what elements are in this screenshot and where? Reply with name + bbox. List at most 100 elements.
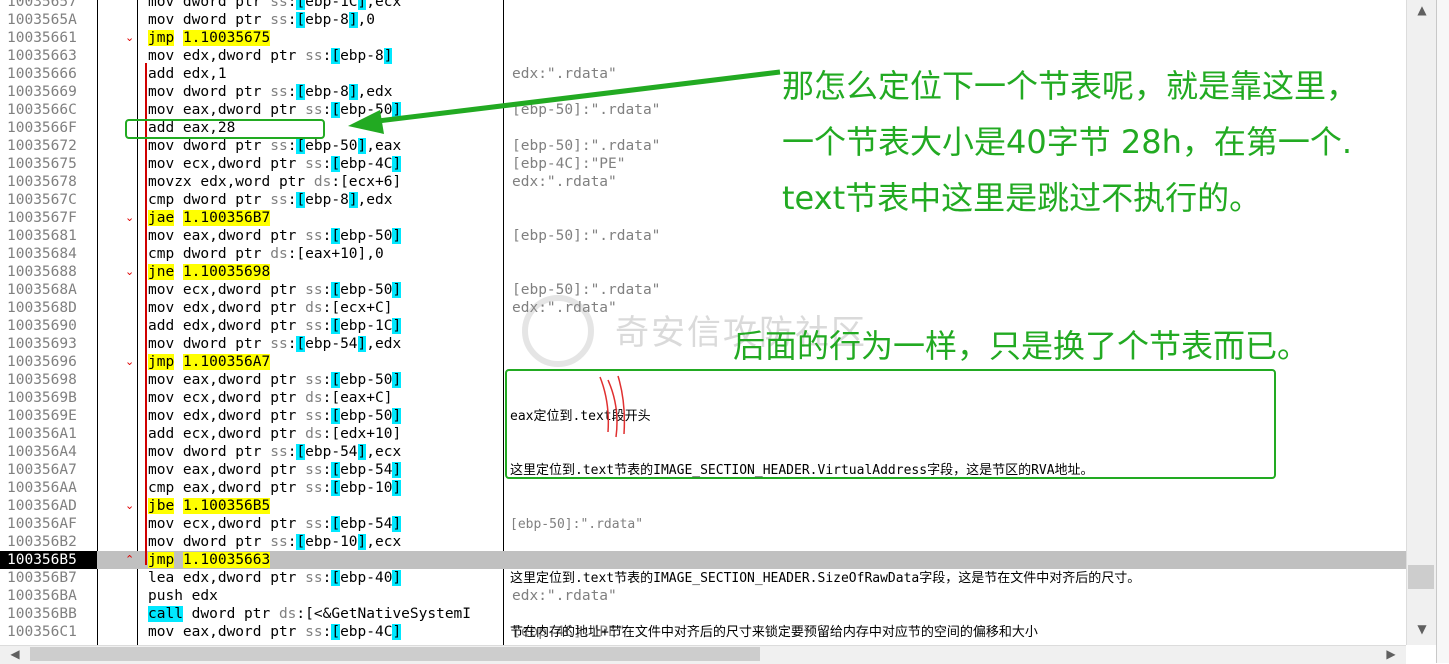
row-address: 100356BA	[7, 588, 77, 604]
disassembly-view[interactable]: 10035657 mov dword ptr ss:[ebp-1C],ecx 100…	[0, 0, 1406, 645]
row-instruction: mov eax,dword ptr ss:[ebp-4C]	[148, 624, 402, 640]
scroll-right-icon[interactable]: ▶	[1376, 647, 1406, 661]
scroll-left-icon[interactable]: ◀	[0, 647, 30, 661]
disasm-row[interactable]: 10035681 mov eax,dword ptr ss:[ebp-50] [eb…	[0, 227, 1406, 245]
row-address: 10035681	[7, 228, 77, 244]
row-instruction: jbe 1.100356B5	[148, 498, 271, 514]
row-instruction: mov edx,dword ptr ss:[ebp-50]	[148, 408, 402, 424]
row-address: 10035690	[7, 318, 77, 334]
row-address: 100356A7	[7, 462, 77, 478]
row-instruction: mov dword ptr ss:[ebp-54],edx	[148, 336, 402, 352]
row-instruction: push edx	[148, 588, 218, 604]
row-comment: [ebp-50]:".rdata"	[512, 282, 661, 298]
row-comment: [ebp-50]:".rdata"	[512, 228, 661, 244]
row-instruction: call dword ptr ds:[<&GetNativeSystemI	[148, 606, 472, 622]
row-address: 100356AA	[7, 480, 77, 496]
horizontal-scroll-thumb[interactable]	[30, 647, 760, 661]
row-instruction: mov eax,dword ptr ss:[ebp-50]	[148, 372, 402, 388]
row-instruction: cmp dword ptr ss:[ebp-8],edx	[148, 192, 393, 208]
row-address: 1003566C	[7, 102, 77, 118]
box-line-5: 节在内存的地址+节在文件中对齐后的尺寸来锁定要预留给内存中对应节的空间的偏移和大…	[510, 625, 1038, 640]
top-annotation-line-3: text节表中这里是跳过不执行的。	[782, 179, 1262, 217]
row-instruction: jae 1.100356B7	[148, 210, 271, 226]
row-instruction: mov eax,dword ptr ss:[ebp-54]	[148, 462, 402, 478]
row-address: 10035696	[7, 354, 77, 370]
row-address: 1003569E	[7, 408, 77, 424]
jump-down-arrow-icon: ⌄	[125, 355, 135, 368]
row-instruction: mov dword ptr ss:[ebp-1C],ecx	[148, 0, 401, 11]
row-address: 10035698	[7, 372, 77, 388]
row-address: 10035657	[7, 0, 77, 10]
row-instruction: movzx edx,word ptr ds:[ecx+6]	[148, 174, 402, 190]
row-instruction: add ecx,dword ptr ds:[edx+10]	[148, 426, 402, 442]
row-address: 1003565A	[7, 12, 77, 28]
box-line-2: 这里定位到.text节表的IMAGE_SECTION_HEADER.Virtua…	[510, 463, 1094, 478]
row-instruction: mov dword ptr ss:[ebp-8],0	[148, 12, 376, 28]
disasm-row[interactable]: 10035657 mov dword ptr ss:[ebp-1C],ecx	[0, 0, 1406, 11]
disasm-row[interactable]: 10035661 jmp 1.10035675 ⌄	[0, 29, 1406, 47]
scribble-mark-icon	[599, 375, 626, 438]
annotation-arrow-icon	[348, 69, 781, 134]
row-address: 10035663	[7, 48, 77, 64]
disasm-row[interactable]: 10035688 jne 1.10035698 ⌄	[0, 263, 1406, 281]
row-address: 10035669	[7, 84, 77, 100]
row-address: 10035672	[7, 138, 77, 154]
row-address: 100356A4	[7, 444, 77, 460]
row-address: 100356C1	[7, 624, 77, 640]
row-instruction: jmp 1.10035663	[148, 552, 271, 568]
row-address: 1003568D	[7, 300, 77, 316]
jump-down-arrow-icon: ⌄	[125, 211, 135, 224]
row-instruction: lea edx,dword ptr ss:[ebp-40]	[148, 570, 402, 586]
scroll-up-icon[interactable]: ▲	[1407, 3, 1437, 17]
row-address: 10035675	[7, 156, 77, 172]
jump-down-arrow-icon: ⌄	[125, 265, 135, 278]
row-instruction: add edx,1	[148, 66, 227, 82]
row-address: 10035678	[7, 174, 77, 190]
row-instruction: mov eax,dword ptr ss:[ebp-50]	[148, 228, 402, 244]
top-annotation-line-2: 一个节表大小是40字节 28h，在第一个.	[782, 123, 1353, 161]
row-instruction: mov edx,dword ptr ds:[ecx+C]	[148, 300, 393, 316]
jump-down-arrow-icon: ⌄	[125, 31, 135, 44]
row-address: 10035661	[7, 30, 77, 46]
row-address: 100356BB	[7, 606, 77, 622]
vertical-scrollbar[interactable]: ▲ ▼	[1406, 0, 1437, 645]
middle-annotation: 后面的行为一样，只是换了个节表而已。	[733, 327, 1310, 365]
row-address: 100356B7	[7, 570, 77, 586]
disasm-row[interactable]: 1003565A mov dword ptr ss:[ebp-8],0	[0, 11, 1406, 29]
jump-up-arrow-icon: ⌃	[125, 553, 135, 566]
box-line-3: [ebp-50]:".rdata"	[510, 517, 644, 532]
row-address: 1003569B	[7, 390, 77, 406]
jump-down-arrow-icon: ⌄	[125, 499, 135, 512]
top-annotation-line-1: 那怎么定位下一个节表呢，就是靠这里，	[782, 67, 1359, 105]
row-instruction: cmp dword ptr ds:[eax+10],0	[148, 246, 384, 262]
row-address: 100356B5	[0, 551, 97, 569]
row-instruction: mov dword ptr ss:[ebp-10],ecx	[148, 534, 402, 550]
row-instruction: mov ecx,dword ptr ss:[ebp-50]	[148, 282, 402, 298]
row-comment: [ebp-4C]:"PE"	[512, 156, 626, 172]
row-instruction: jne 1.10035698	[148, 264, 271, 280]
box-line-4: 这里定位到.text节表的IMAGE_SECTION_HEADER.SizeOf…	[510, 571, 1141, 586]
row-instruction: mov ecx,dword ptr ds:[eax+C]	[148, 390, 393, 406]
row-instruction: mov dword ptr ss:[ebp-54],ecx	[148, 444, 402, 460]
disasm-row[interactable]: 1003568A mov ecx,dword ptr ss:[ebp-50] [eb…	[0, 281, 1406, 299]
top-annotation: 那怎么定位下一个节表呢，就是靠这里， 一个节表大小是40字节 28h，在第一个. t…	[782, 58, 1358, 226]
row-address: 1003567F	[7, 210, 77, 226]
row-address: 10035693	[7, 336, 77, 352]
row-instruction: cmp eax,dword ptr ss:[ebp-10]	[148, 480, 402, 496]
scroll-down-icon[interactable]: ▼	[1407, 622, 1437, 636]
row-comment: edx:".rdata"	[512, 174, 617, 190]
vertical-scroll-thumb[interactable]	[1408, 565, 1434, 589]
watermark-logo	[522, 295, 594, 367]
row-address: 1003566F	[7, 120, 77, 136]
row-instruction: mov ecx,dword ptr ss:[ebp-4C]	[148, 156, 402, 172]
row-instruction: jmp 1.10035675	[148, 30, 271, 46]
row-address: 1003567C	[7, 192, 77, 208]
row-address: 10035666	[7, 66, 77, 82]
row-address: 10035688	[7, 264, 77, 280]
row-address: 10035684	[7, 246, 77, 262]
row-address: 100356AD	[7, 498, 77, 514]
row-address: 1003568A	[7, 282, 77, 298]
row-address: 100356AF	[7, 516, 77, 532]
highlight-box-add-eax	[125, 119, 325, 139]
disasm-row[interactable]: 10035684 cmp dword ptr ds:[eax+10],0	[0, 245, 1406, 263]
